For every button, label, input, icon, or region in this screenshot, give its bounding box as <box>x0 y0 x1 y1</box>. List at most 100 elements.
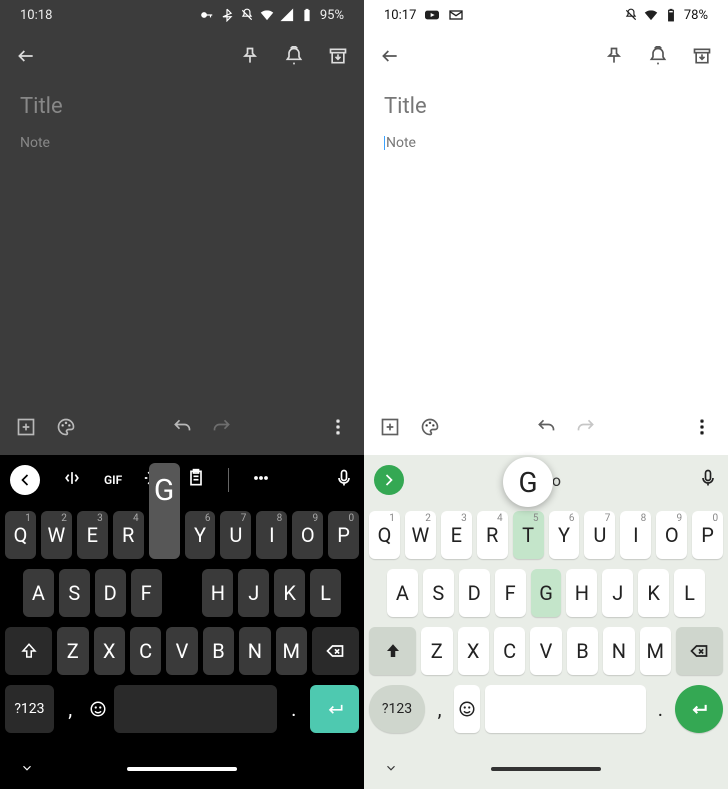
shift-key[interactable] <box>5 627 52 675</box>
key-k[interactable]: K <box>638 569 669 617</box>
pin-button[interactable] <box>240 46 260 70</box>
key-m[interactable]: M <box>276 627 307 675</box>
key-q[interactable]: Q1 <box>5 511 36 559</box>
key-a[interactable]: A <box>23 569 54 617</box>
key-s[interactable]: S <box>59 569 90 617</box>
key-d[interactable]: D <box>95 569 126 617</box>
key-u[interactable]: U7 <box>584 511 615 559</box>
key-f[interactable]: F <box>495 569 526 617</box>
undo-button[interactable] <box>172 417 192 441</box>
key-x[interactable]: X <box>458 627 489 675</box>
text-select-icon[interactable] <box>62 468 82 492</box>
key-v[interactable]: V <box>166 627 197 675</box>
mic-icon[interactable] <box>334 468 354 492</box>
key-b[interactable]: B <box>567 627 598 675</box>
palette-button[interactable] <box>420 417 440 441</box>
note-area[interactable] <box>0 86 364 403</box>
reminder-button[interactable] <box>284 46 304 70</box>
key-j[interactable]: J <box>602 569 633 617</box>
key-e[interactable]: E3 <box>77 511 108 559</box>
back-button[interactable] <box>16 46 36 70</box>
note-area[interactable]: Note <box>364 86 728 403</box>
title-input[interactable] <box>20 94 344 119</box>
key-n[interactable]: N <box>603 627 634 675</box>
palette-button[interactable] <box>56 417 76 441</box>
backspace-key[interactable] <box>676 627 723 675</box>
key-x[interactable]: X <box>94 627 125 675</box>
redo-button[interactable] <box>212 417 232 441</box>
key-r[interactable]: R4 <box>477 511 508 559</box>
key-c[interactable]: C <box>494 627 525 675</box>
key-r[interactable]: R4 <box>113 511 144 559</box>
reminder-button[interactable] <box>648 46 668 70</box>
key-a[interactable]: A <box>387 569 418 617</box>
gif-button[interactable]: GIF <box>104 473 122 487</box>
shift-key[interactable] <box>369 627 416 675</box>
key-u[interactable]: U7 <box>220 511 251 559</box>
back-button[interactable] <box>380 46 400 70</box>
key-l[interactable]: L <box>674 569 705 617</box>
period-key[interactable]: . <box>651 685 670 733</box>
undo-button[interactable] <box>536 417 556 441</box>
enter-key[interactable] <box>310 685 359 733</box>
redo-button[interactable] <box>576 417 596 441</box>
comma-key[interactable]: , <box>430 685 449 733</box>
backspace-key[interactable] <box>312 627 359 675</box>
mic-icon[interactable] <box>698 468 718 492</box>
space-key[interactable] <box>485 685 646 733</box>
nav-kbd-toggle[interactable] <box>20 760 34 779</box>
key-j[interactable]: J <box>238 569 269 617</box>
key-f[interactable]: F <box>131 569 162 617</box>
period-key[interactable]: . <box>282 685 305 733</box>
note-input[interactable] <box>20 135 344 151</box>
key-z[interactable]: Z <box>421 627 452 675</box>
nav-handle[interactable] <box>491 767 601 771</box>
key-q[interactable]: Q1 <box>369 511 400 559</box>
symbols-key[interactable]: ?123 <box>5 685 54 733</box>
title-input[interactable] <box>384 94 708 119</box>
key-p[interactable]: P0 <box>692 511 723 559</box>
key-s[interactable]: S <box>423 569 454 617</box>
kbd-collapse-button[interactable] <box>10 465 40 495</box>
key-v[interactable]: V <box>530 627 561 675</box>
key-w[interactable]: W2 <box>405 511 436 559</box>
archive-button[interactable] <box>692 46 712 70</box>
key-t-pressed-preview[interactable]: G <box>149 463 180 559</box>
key-e[interactable]: E3 <box>441 511 472 559</box>
enter-key[interactable] <box>675 685 723 733</box>
key-p[interactable]: P0 <box>328 511 359 559</box>
key-w[interactable]: W2 <box>41 511 72 559</box>
key-o[interactable]: O9 <box>292 511 323 559</box>
key-y[interactable]: Y6 <box>549 511 580 559</box>
pin-button[interactable] <box>604 46 624 70</box>
key-i[interactable]: I8 <box>256 511 287 559</box>
key-i[interactable]: I8 <box>620 511 651 559</box>
emoji-key[interactable] <box>87 685 110 733</box>
key-k[interactable]: K <box>274 569 305 617</box>
note-input[interactable]: Note <box>384 135 708 151</box>
space-key[interactable] <box>114 685 277 733</box>
key-t-pressed[interactable]: T5 G <box>513 511 544 559</box>
key-z[interactable]: Z <box>57 627 88 675</box>
symbols-key[interactable]: ?123 <box>369 685 425 733</box>
key-g-pressed[interactable]: G <box>531 569 562 617</box>
key-n[interactable]: N <box>239 627 270 675</box>
key-o[interactable]: O9 <box>656 511 687 559</box>
key-h[interactable]: H <box>202 569 233 617</box>
more-icon[interactable] <box>251 468 271 492</box>
more-button[interactable] <box>692 417 712 441</box>
clipboard-icon[interactable] <box>186 468 206 492</box>
key-h[interactable]: H <box>566 569 597 617</box>
nav-handle[interactable] <box>127 767 237 771</box>
emoji-key[interactable] <box>454 685 480 733</box>
nav-kbd-toggle[interactable] <box>384 760 398 779</box>
archive-button[interactable] <box>328 46 348 70</box>
key-y[interactable]: Y6 <box>185 511 216 559</box>
comma-key[interactable]: , <box>59 685 82 733</box>
key-l[interactable]: L <box>310 569 341 617</box>
key-m[interactable]: M <box>640 627 671 675</box>
more-button[interactable] <box>328 417 348 441</box>
add-button[interactable] <box>380 417 400 441</box>
kbd-expand-button[interactable] <box>374 465 404 495</box>
key-b[interactable]: B <box>203 627 234 675</box>
